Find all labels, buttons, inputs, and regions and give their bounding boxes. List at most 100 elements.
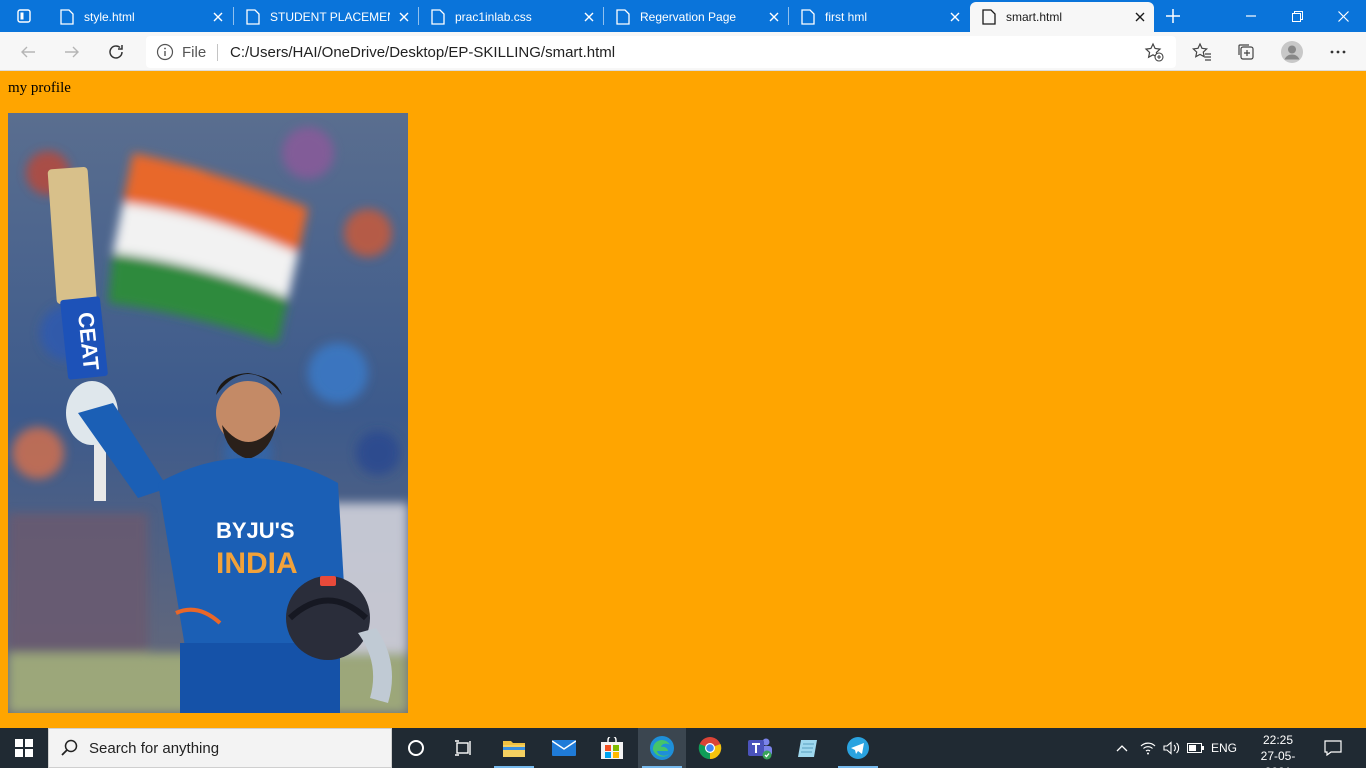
tab-title: smart.html	[1006, 10, 1063, 24]
close-icon[interactable]	[390, 3, 418, 31]
windows-taskbar: Search for anything ENG 22:25 27-05-	[0, 728, 1366, 768]
settings-more-button[interactable]	[1322, 36, 1354, 68]
arrow-right-icon	[65, 46, 79, 58]
cricketer-photo: CEAT BYJU'S INDIA	[8, 113, 408, 713]
cortana-button[interactable]	[392, 728, 440, 768]
taskbar-search-box[interactable]: Search for anything	[48, 728, 392, 768]
tab-first-hml[interactable]: first hml	[789, 2, 969, 32]
page-content: my profile CEAT BYJU'S INDIA	[0, 71, 1366, 728]
clock-time: 22:25	[1262, 733, 1294, 747]
forward-button[interactable]	[56, 36, 88, 68]
profile-button[interactable]	[1276, 36, 1308, 68]
tab-title: style.html	[84, 10, 135, 24]
collections-icon	[1238, 44, 1254, 60]
info-icon[interactable]	[156, 43, 174, 61]
notepad-icon	[798, 740, 817, 757]
new-tab-button[interactable]	[1158, 1, 1188, 31]
avatar-icon	[1281, 41, 1303, 63]
notification-icon	[1324, 740, 1342, 756]
tab-prac1inlab-css[interactable]: prac1inlab.css	[419, 2, 603, 32]
refresh-icon	[109, 45, 123, 59]
tab-strip: style.html STUDENT PLACEMENT prac1inlab.…	[0, 0, 1366, 32]
speaker-icon	[1163, 741, 1180, 755]
file-icon	[246, 9, 260, 25]
taskbar-store[interactable]	[588, 728, 636, 768]
close-icon[interactable]	[760, 3, 788, 31]
battery-icon	[1187, 743, 1204, 753]
address-bar[interactable]: File C:/Users/HAI/OneDrive/Desktop/EP-SK…	[146, 36, 1176, 68]
tab-smart-html[interactable]: smart.html	[970, 2, 1154, 32]
close-icon[interactable]	[204, 3, 232, 31]
close-icon[interactable]	[575, 3, 603, 31]
search-placeholder: Search for anything	[89, 739, 220, 757]
close-icon[interactable]	[941, 3, 969, 31]
add-favorite-icon[interactable]	[1144, 42, 1164, 62]
tab-actions-menu-icon[interactable]	[8, 0, 40, 32]
taskbar-telegram[interactable]	[834, 728, 882, 768]
network-button[interactable]	[1136, 728, 1160, 768]
favorites-button[interactable]	[1186, 36, 1218, 68]
file-icon	[801, 9, 815, 25]
chrome-icon	[698, 737, 722, 760]
plus-icon	[1166, 9, 1180, 23]
store-icon	[601, 737, 623, 759]
file-icon	[431, 9, 445, 25]
wifi-icon	[1140, 742, 1156, 755]
file-icon	[982, 9, 996, 25]
clock-date: 27-05-2021	[1260, 749, 1296, 768]
mail-icon	[552, 740, 576, 756]
refresh-button[interactable]	[100, 36, 132, 68]
folder-icon	[503, 741, 525, 757]
show-hidden-icons-button[interactable]	[1110, 728, 1134, 768]
more-icon	[1330, 50, 1346, 54]
tab-title: STUDENT PLACEMENT	[270, 10, 390, 24]
windows-logo-icon	[15, 739, 33, 757]
url-text[interactable]: C:/Users/HAI/OneDrive/Desktop/EP-SKILLIN…	[230, 44, 615, 61]
close-icon	[1337, 10, 1349, 22]
teams-icon	[748, 738, 772, 760]
telegram-icon	[847, 737, 869, 759]
taskbar-teams[interactable]	[736, 728, 784, 768]
taskbar-mail[interactable]	[540, 728, 588, 768]
tab-regervation-page[interactable]: Regervation Page	[604, 2, 788, 32]
taskbar-chrome[interactable]	[686, 728, 734, 768]
favorites-icon	[1192, 42, 1211, 61]
close-window-button[interactable]	[1320, 0, 1366, 32]
cortana-icon	[408, 740, 424, 756]
back-button[interactable]	[12, 36, 44, 68]
taskbar-file-explorer[interactable]	[490, 728, 538, 768]
clock[interactable]: 22:25 27-05-2021	[1254, 732, 1302, 768]
tab-student-placement[interactable]: STUDENT PLACEMENT	[234, 2, 418, 32]
profile-photo: CEAT BYJU'S INDIA	[8, 113, 408, 713]
file-icon	[60, 9, 74, 25]
taskbar-edge[interactable]	[638, 728, 686, 768]
close-icon[interactable]	[1126, 3, 1154, 31]
restore-button[interactable]	[1274, 0, 1320, 32]
task-view-button[interactable]	[440, 728, 488, 768]
jersey-country: INDIA	[216, 547, 298, 580]
tab-title: prac1inlab.css	[455, 10, 532, 24]
arrow-left-icon	[21, 46, 35, 58]
taskbar-notepad[interactable]	[784, 728, 832, 768]
browser-toolbar: File C:/Users/HAI/OneDrive/Desktop/EP-SK…	[0, 32, 1366, 71]
battery-button[interactable]	[1184, 728, 1208, 768]
restore-icon	[1291, 10, 1303, 22]
divider	[217, 44, 218, 61]
minimize-button[interactable]	[1228, 0, 1274, 32]
minimize-icon	[1246, 15, 1256, 17]
collections-button[interactable]	[1230, 36, 1262, 68]
language-indicator[interactable]: ENG	[1208, 728, 1240, 768]
scheme-label: File	[182, 44, 207, 61]
start-button[interactable]	[0, 728, 48, 768]
tab-title: first hml	[825, 10, 867, 24]
search-icon	[61, 739, 78, 756]
tab-title: Regervation Page	[640, 10, 737, 24]
edge-icon	[650, 736, 674, 760]
volume-button[interactable]	[1160, 728, 1184, 768]
tab-style-html[interactable]: style.html	[48, 2, 232, 32]
task-view-icon	[455, 740, 471, 756]
notifications-button[interactable]	[1318, 728, 1348, 768]
page-title: my profile	[8, 80, 71, 96]
chevron-up-icon	[1116, 745, 1128, 752]
jersey-sponsor: BYJU'S	[216, 518, 295, 543]
